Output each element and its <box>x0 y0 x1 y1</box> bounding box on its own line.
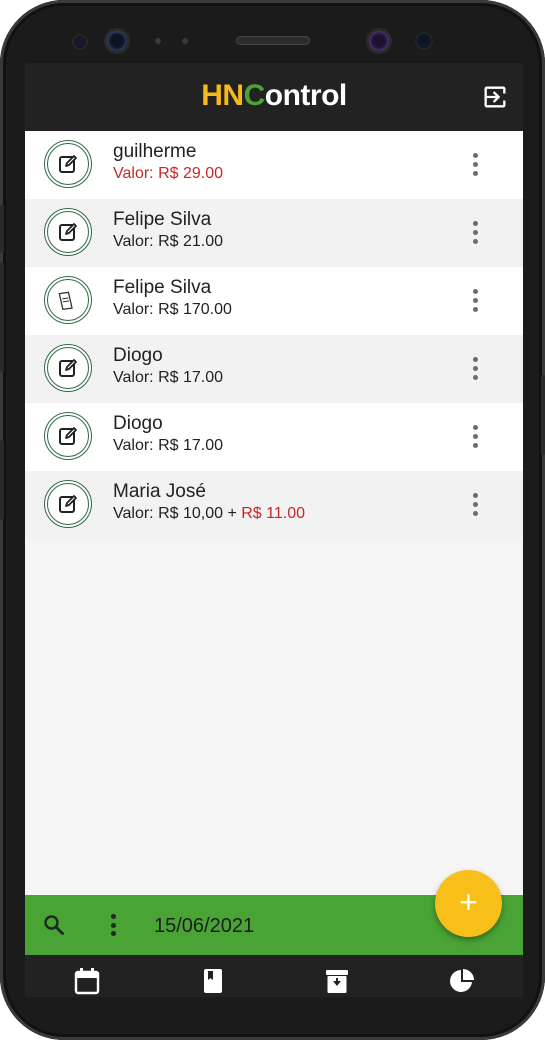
item-value: Valor: R$ 21.00 <box>113 233 223 250</box>
archive-icon[interactable] <box>324 967 350 995</box>
more-vert-icon[interactable] <box>465 221 485 245</box>
front-camera <box>107 31 127 51</box>
more-vert-icon[interactable] <box>465 493 485 517</box>
item-value: Valor: R$ 170.00 <box>113 301 232 318</box>
side-button <box>0 205 4 253</box>
side-button <box>541 375 545 455</box>
transaction-list: guilherme Valor: R$ 29.00 Felipe Silva V… <box>25 131 523 539</box>
edit-note-icon <box>44 140 92 188</box>
iris-sensor <box>417 34 431 48</box>
logo-ontrol: ontrol <box>264 79 347 112</box>
item-name: Felipe Silva <box>113 209 212 230</box>
app-logo: HNControl <box>25 79 523 113</box>
side-button <box>0 262 4 372</box>
app-screen: HNControl guilherme Valor: R$ 29.00 Feli… <box>25 63 523 997</box>
list-item[interactable]: Diogo Valor: R$ 17.00 <box>25 335 523 403</box>
item-value: Valor: R$ 17.00 <box>113 437 223 454</box>
more-vert-icon[interactable] <box>108 914 118 938</box>
front-sensor <box>74 36 86 48</box>
app-bar: HNControl <box>25 63 523 131</box>
more-vert-icon[interactable] <box>465 289 485 313</box>
item-name: Diogo <box>113 413 163 434</box>
more-vert-icon[interactable] <box>465 357 485 381</box>
list-item[interactable]: Felipe Silva Valor: R$ 170.00 <box>25 267 523 335</box>
search-icon[interactable] <box>42 913 66 937</box>
book-icon[interactable] <box>200 967 226 995</box>
logo-hn: HN <box>201 79 244 112</box>
logout-icon[interactable] <box>481 83 509 111</box>
logo-c: C <box>243 79 266 112</box>
add-button[interactable]: + <box>435 870 502 937</box>
iris-camera <box>369 31 389 51</box>
list-item[interactable]: guilherme Valor: R$ 29.00 <box>25 131 523 199</box>
proximity-sensor <box>182 38 188 44</box>
item-name: Diogo <box>113 345 163 366</box>
item-name: Maria José <box>113 481 206 502</box>
edit-note-icon <box>44 344 92 392</box>
item-value: Valor: R$ 10,00 + R$ 11.00 <box>113 505 305 522</box>
item-name: guilherme <box>113 141 197 162</box>
ticket-icon <box>44 276 92 324</box>
selected-date[interactable]: 15/06/2021 <box>154 915 254 938</box>
list-item[interactable]: Maria José Valor: R$ 10,00 + R$ 11.00 <box>25 471 523 539</box>
edit-note-icon <box>44 412 92 460</box>
proximity-sensor <box>155 38 161 44</box>
calendar-icon[interactable] <box>74 967 100 995</box>
list-item[interactable]: Diogo Valor: R$ 17.00 <box>25 403 523 471</box>
earpiece-speaker <box>236 36 310 45</box>
pie-chart-icon[interactable] <box>449 967 475 995</box>
edit-note-icon <box>44 480 92 528</box>
bottom-navigation <box>25 955 523 997</box>
side-button <box>0 440 4 520</box>
plus-icon: + <box>459 884 478 920</box>
more-vert-icon[interactable] <box>465 425 485 449</box>
more-vert-icon[interactable] <box>465 153 485 177</box>
item-value-extra: R$ 11.00 <box>241 505 305 522</box>
item-value: Valor: R$ 17.00 <box>113 369 223 386</box>
item-name: Felipe Silva <box>113 277 212 298</box>
edit-note-icon <box>44 208 92 256</box>
list-item[interactable]: Felipe Silva Valor: R$ 21.00 <box>25 199 523 267</box>
item-value: Valor: R$ 29.00 <box>113 165 223 182</box>
